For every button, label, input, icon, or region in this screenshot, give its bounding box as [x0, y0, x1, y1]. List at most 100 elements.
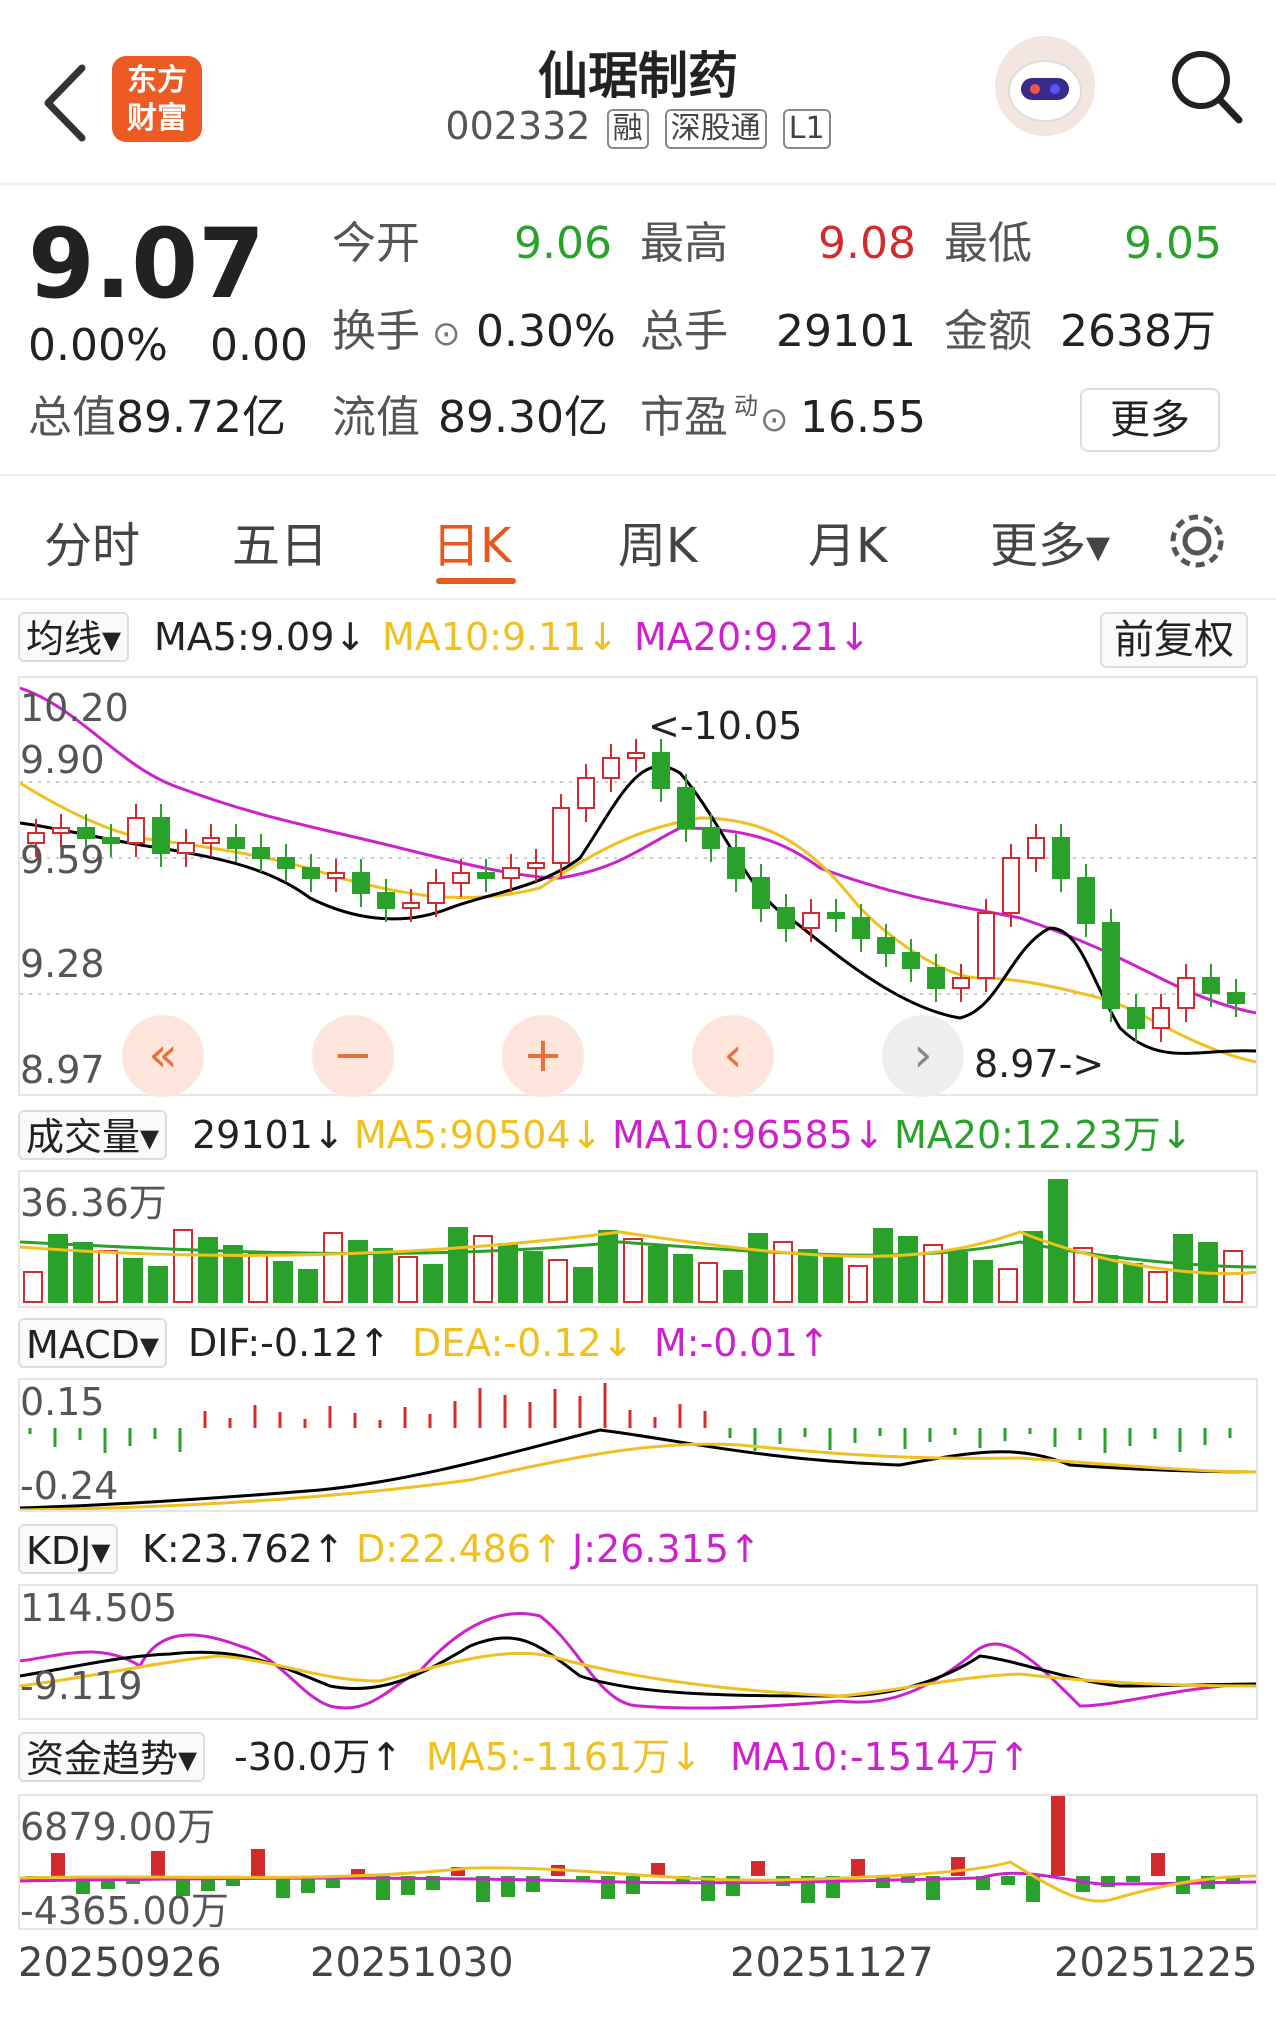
kline-chart[interactable]: 10.20 9.90 9.59 9.28 8.97 <-10.05 8.97->: [18, 676, 1258, 1096]
candle-body: [127, 817, 145, 844]
candle-body: [552, 807, 570, 864]
turnover-label: 换手: [332, 306, 420, 357]
kdj-j: J:26.315↑: [572, 1527, 761, 1571]
candle-body: [77, 827, 95, 839]
volume-bar: [1223, 1250, 1243, 1303]
candle-body: [677, 787, 695, 829]
kdj-y-bottom: -9.119: [20, 1664, 143, 1708]
ma5-line: [19, 765, 1257, 1055]
robot-avatar-icon[interactable]: [995, 36, 1095, 136]
low-value: 9.05: [1124, 218, 1222, 269]
volume-bar: [298, 1269, 318, 1303]
volume-bar: [348, 1240, 368, 1303]
candle-body: [727, 847, 745, 879]
volume-bar: [823, 1257, 843, 1303]
stock-code: 002332: [445, 104, 591, 148]
volume-bar: [398, 1256, 418, 1303]
kdj-selector[interactable]: KDJ▾: [18, 1524, 119, 1574]
low-label: 最低: [944, 218, 1032, 269]
fund-selector[interactable]: 资金趋势▾: [18, 1732, 206, 1782]
kline-y-label: 8.97: [20, 1048, 105, 1092]
tab-five-day[interactable]: 五日: [232, 506, 328, 576]
high-value: 9.08: [818, 218, 916, 269]
macd-chart[interactable]: 0.15 -0.24: [18, 1378, 1258, 1512]
more-button[interactable]: 更多: [1080, 388, 1220, 452]
tag-level: L1: [782, 108, 831, 149]
candle-body: [752, 877, 770, 909]
volume-bar: [98, 1250, 118, 1303]
info-icon[interactable]: ⊙: [432, 308, 461, 360]
kline-y-label: 9.59: [20, 838, 105, 882]
macd-dif-line: [19, 1428, 1257, 1510]
candle-body: [1177, 977, 1195, 1009]
volume-bar: [523, 1251, 543, 1303]
candle-body: [52, 827, 70, 834]
vol-ma20: MA20:12.23万↓: [894, 1113, 1193, 1157]
fund-bar: [1151, 1853, 1165, 1876]
candle-body: [377, 892, 395, 909]
volume-bar: [873, 1228, 893, 1303]
scroll-left-button[interactable]: ‹: [692, 1015, 774, 1097]
kdj-k: K:23.762↑: [142, 1527, 345, 1571]
volume-bar: [673, 1254, 693, 1303]
macd-y-bottom: -0.24: [20, 1464, 119, 1508]
candle-body: [1227, 992, 1245, 1004]
adjust-button[interactable]: 前复权: [1100, 612, 1248, 668]
macd-selector[interactable]: MACD▾: [18, 1318, 167, 1368]
candle-body: [452, 872, 470, 884]
volume-y-label: 36.36万: [20, 1181, 167, 1225]
date-label: 20251030: [310, 1940, 514, 1986]
volume-bar: [1148, 1271, 1168, 1303]
candle-body: [527, 862, 545, 869]
volume-bar: [848, 1265, 868, 1303]
macd-y-top: 0.15: [20, 1380, 105, 1424]
tab-monthly-k[interactable]: 月K: [808, 506, 887, 576]
tab-weekly-k[interactable]: 周K: [618, 506, 697, 576]
candle-body: [427, 882, 445, 904]
tab-underline: [436, 578, 516, 584]
info-icon[interactable]: ⊙: [760, 394, 789, 446]
fund-ma10: MA10:-1514万↑: [730, 1735, 1031, 1779]
kdj-d: D:22.486↑: [356, 1527, 563, 1571]
volume-selector[interactable]: 成交量▾: [18, 1110, 168, 1160]
ma5-value: MA5:9.09↓: [154, 615, 367, 659]
tab-intraday[interactable]: 分时: [44, 506, 140, 576]
candle-body: [152, 817, 170, 854]
fund-ma5: MA5:-1161万↓: [426, 1735, 703, 1779]
ma-selector[interactable]: 均线▾: [18, 612, 130, 662]
amount-label: 金额: [944, 306, 1032, 357]
search-button[interactable]: [1165, 40, 1245, 130]
kdj-chart[interactable]: 114.505 -9.119: [18, 1584, 1258, 1720]
tab-more[interactable]: 更多▾: [990, 506, 1110, 576]
candlesticks: [27, 739, 1245, 1042]
ma20-value: MA20:9.21↓: [634, 615, 871, 659]
tab-daily-k[interactable]: 日K: [432, 506, 511, 576]
kline-y-label: 10.20: [20, 686, 129, 730]
scroll-right-button[interactable]: ›: [882, 1015, 964, 1097]
change-pct: 0.00%: [28, 320, 168, 371]
candle-body: [702, 827, 720, 849]
mktcap-value: 89.72亿: [116, 392, 286, 443]
volume-bar: [573, 1267, 593, 1303]
fund-bar: [601, 1876, 615, 1899]
zoom-out-button[interactable]: −: [312, 1015, 394, 1097]
fund-flow-chart[interactable]: 6879.00万 -4365.00万: [18, 1794, 1258, 1933]
candle-body: [802, 912, 820, 929]
high-label: 最高: [640, 218, 728, 269]
mktcap-label: 总值: [28, 392, 116, 443]
candle-body: [652, 752, 670, 789]
scroll-far-left-button[interactable]: «: [122, 1015, 204, 1097]
candle-body: [252, 847, 270, 859]
current-price: 9.07: [28, 208, 265, 320]
volume-bar: [698, 1262, 718, 1303]
settings-button[interactable]: [1162, 506, 1232, 576]
volume-bar: [273, 1261, 293, 1303]
fund-y-top: 6879.00万: [20, 1805, 216, 1849]
fund-bar: [951, 1857, 965, 1876]
macd-m: M:-0.01↑: [654, 1321, 830, 1365]
candle-body: [352, 872, 370, 894]
fund-bar: [751, 1861, 765, 1876]
volume-chart[interactable]: 36.36万: [18, 1170, 1258, 1308]
zoom-in-button[interactable]: +: [502, 1015, 584, 1097]
search-icon: [1172, 51, 1243, 124]
